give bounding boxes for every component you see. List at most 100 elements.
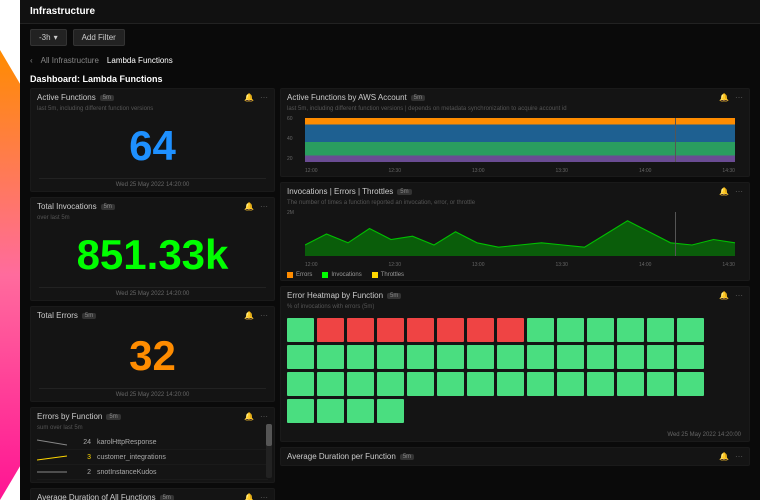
heatmap-cell[interactable] <box>587 318 614 342</box>
panel-avg-duration-per: Average Duration per Function5m🔔⋯ <box>280 447 750 466</box>
more-icon[interactable]: ⋯ <box>735 291 743 300</box>
heatmap-cell[interactable] <box>647 372 674 396</box>
more-icon[interactable]: ⋯ <box>735 452 743 461</box>
heatmap-cell[interactable] <box>287 318 314 342</box>
heatmap-cell[interactable] <box>587 399 614 423</box>
heatmap-cell[interactable] <box>437 372 464 396</box>
heatmap-cell[interactable] <box>437 318 464 342</box>
heatmap-cell[interactable] <box>617 345 644 369</box>
scrollbar[interactable] <box>266 424 272 478</box>
table-row[interactable]: 3customer_integrations <box>37 450 268 465</box>
breadcrumb-all[interactable]: All Infrastructure <box>41 56 99 65</box>
heatmap-cell[interactable] <box>497 345 524 369</box>
table-row[interactable]: 2snotInstanceKudos <box>37 465 268 480</box>
heatmap-cell[interactable] <box>467 372 494 396</box>
heatmap-cell[interactable] <box>287 399 314 423</box>
heatmap-cell[interactable] <box>467 318 494 342</box>
panel-avg-duration-all: Average Duration of All Functions5m🔔⋯ <box>30 488 275 500</box>
page-header: Infrastructure <box>20 0 760 24</box>
total-invocations-value: 851.33k <box>31 223 274 287</box>
heatmap-cell[interactable] <box>617 399 644 423</box>
stacked-area-chart: 604020 12:0012:3013:0013:3014:0014:30 <box>287 116 743 174</box>
bell-icon[interactable]: 🔔 <box>719 452 729 461</box>
more-icon[interactable]: ⋯ <box>260 412 268 421</box>
heatmap-cell[interactable] <box>557 318 584 342</box>
heatmap-grid <box>281 312 749 429</box>
heatmap-cell[interactable] <box>287 372 314 396</box>
more-icon[interactable]: ⋯ <box>260 311 268 320</box>
more-icon[interactable]: ⋯ <box>735 93 743 102</box>
heatmap-cell[interactable] <box>497 399 524 423</box>
bell-icon[interactable]: 🔔 <box>244 202 254 211</box>
more-icon[interactable]: ⋯ <box>260 93 268 102</box>
heatmap-cell[interactable] <box>527 399 554 423</box>
heatmap-cell[interactable] <box>437 345 464 369</box>
sparkline-icon <box>37 452 67 462</box>
back-icon[interactable]: ‹ <box>30 56 33 65</box>
heatmap-cell[interactable] <box>497 372 524 396</box>
heatmap-cell[interactable] <box>647 318 674 342</box>
heatmap-cell[interactable] <box>677 399 704 423</box>
heatmap-cell[interactable] <box>647 345 674 369</box>
heatmap-cell[interactable] <box>347 399 374 423</box>
heatmap-cell[interactable] <box>407 345 434 369</box>
heatmap-cell[interactable] <box>407 399 434 423</box>
heatmap-cell[interactable] <box>557 372 584 396</box>
heatmap-cell[interactable] <box>617 372 644 396</box>
heatmap-cell[interactable] <box>317 318 344 342</box>
page-title: Infrastructure <box>30 6 95 17</box>
bell-icon[interactable]: 🔔 <box>719 187 729 196</box>
bell-icon[interactable]: 🔔 <box>719 291 729 300</box>
panel-total-invocations: Total Invocations5m🔔⋯ over last 5m 851.3… <box>30 197 275 301</box>
heatmap-cell[interactable] <box>497 318 524 342</box>
heatmap-cell[interactable] <box>347 345 374 369</box>
bell-icon[interactable]: 🔔 <box>244 311 254 320</box>
heatmap-cell[interactable] <box>527 372 554 396</box>
heatmap-cell[interactable] <box>377 318 404 342</box>
heatmap-cell[interactable] <box>377 372 404 396</box>
heatmap-cell[interactable] <box>467 345 494 369</box>
heatmap-cell[interactable] <box>647 399 674 423</box>
bell-icon[interactable]: 🔔 <box>719 93 729 102</box>
heatmap-cell[interactable] <box>377 345 404 369</box>
heatmap-cell[interactable] <box>587 345 614 369</box>
heatmap-cell[interactable] <box>527 345 554 369</box>
heatmap-cell[interactable] <box>617 318 644 342</box>
breadcrumb-current: Lambda Functions <box>107 56 173 65</box>
heatmap-cell[interactable] <box>287 345 314 369</box>
dashboard-title: Dashboard: Lambda Functions <box>20 70 760 88</box>
total-errors-value: 32 <box>31 324 274 388</box>
add-filter-button[interactable]: Add Filter <box>73 29 125 46</box>
heatmap-cell[interactable] <box>587 372 614 396</box>
heatmap-cell[interactable] <box>317 399 344 423</box>
bell-icon[interactable]: 🔔 <box>244 93 254 102</box>
more-icon[interactable]: ⋯ <box>260 202 268 211</box>
bell-icon[interactable]: 🔔 <box>244 493 254 500</box>
panel-invocations-chart: Invocations | Errors | Throttles5m🔔⋯ The… <box>280 182 750 281</box>
table-row[interactable]: 24karolHttpResponse <box>37 435 268 450</box>
heatmap-cell[interactable] <box>437 399 464 423</box>
chevron-down-icon: ▾ <box>54 33 58 42</box>
more-icon[interactable]: ⋯ <box>260 493 268 500</box>
heatmap-cell[interactable] <box>407 318 434 342</box>
heatmap-cell[interactable] <box>557 345 584 369</box>
heatmap-cell[interactable] <box>347 318 374 342</box>
bell-icon[interactable]: 🔔 <box>244 412 254 421</box>
time-range-dropdown[interactable]: -3h▾ <box>30 29 67 46</box>
heatmap-cell[interactable] <box>347 372 374 396</box>
heatmap-cell[interactable] <box>407 372 434 396</box>
heatmap-cell[interactable] <box>317 345 344 369</box>
more-icon[interactable]: ⋯ <box>735 187 743 196</box>
panel-total-errors: Total Errors5m🔔⋯ 32 Wed 25 May 2022 14:2… <box>30 306 275 402</box>
heatmap-cell[interactable] <box>467 399 494 423</box>
heatmap-cell[interactable] <box>527 318 554 342</box>
sparkline-icon <box>37 437 67 447</box>
heatmap-cell[interactable] <box>377 399 404 423</box>
heatmap-cell[interactable] <box>677 372 704 396</box>
heatmap-cell[interactable] <box>677 318 704 342</box>
heatmap-cell[interactable] <box>677 345 704 369</box>
heatmap-cell[interactable] <box>557 399 584 423</box>
heatmap-cell[interactable] <box>317 372 344 396</box>
panel-active-functions: Active Functions5m🔔⋯ last 5m, including … <box>30 88 275 192</box>
chart-legend: Errors Invocations Throttles <box>281 270 749 280</box>
